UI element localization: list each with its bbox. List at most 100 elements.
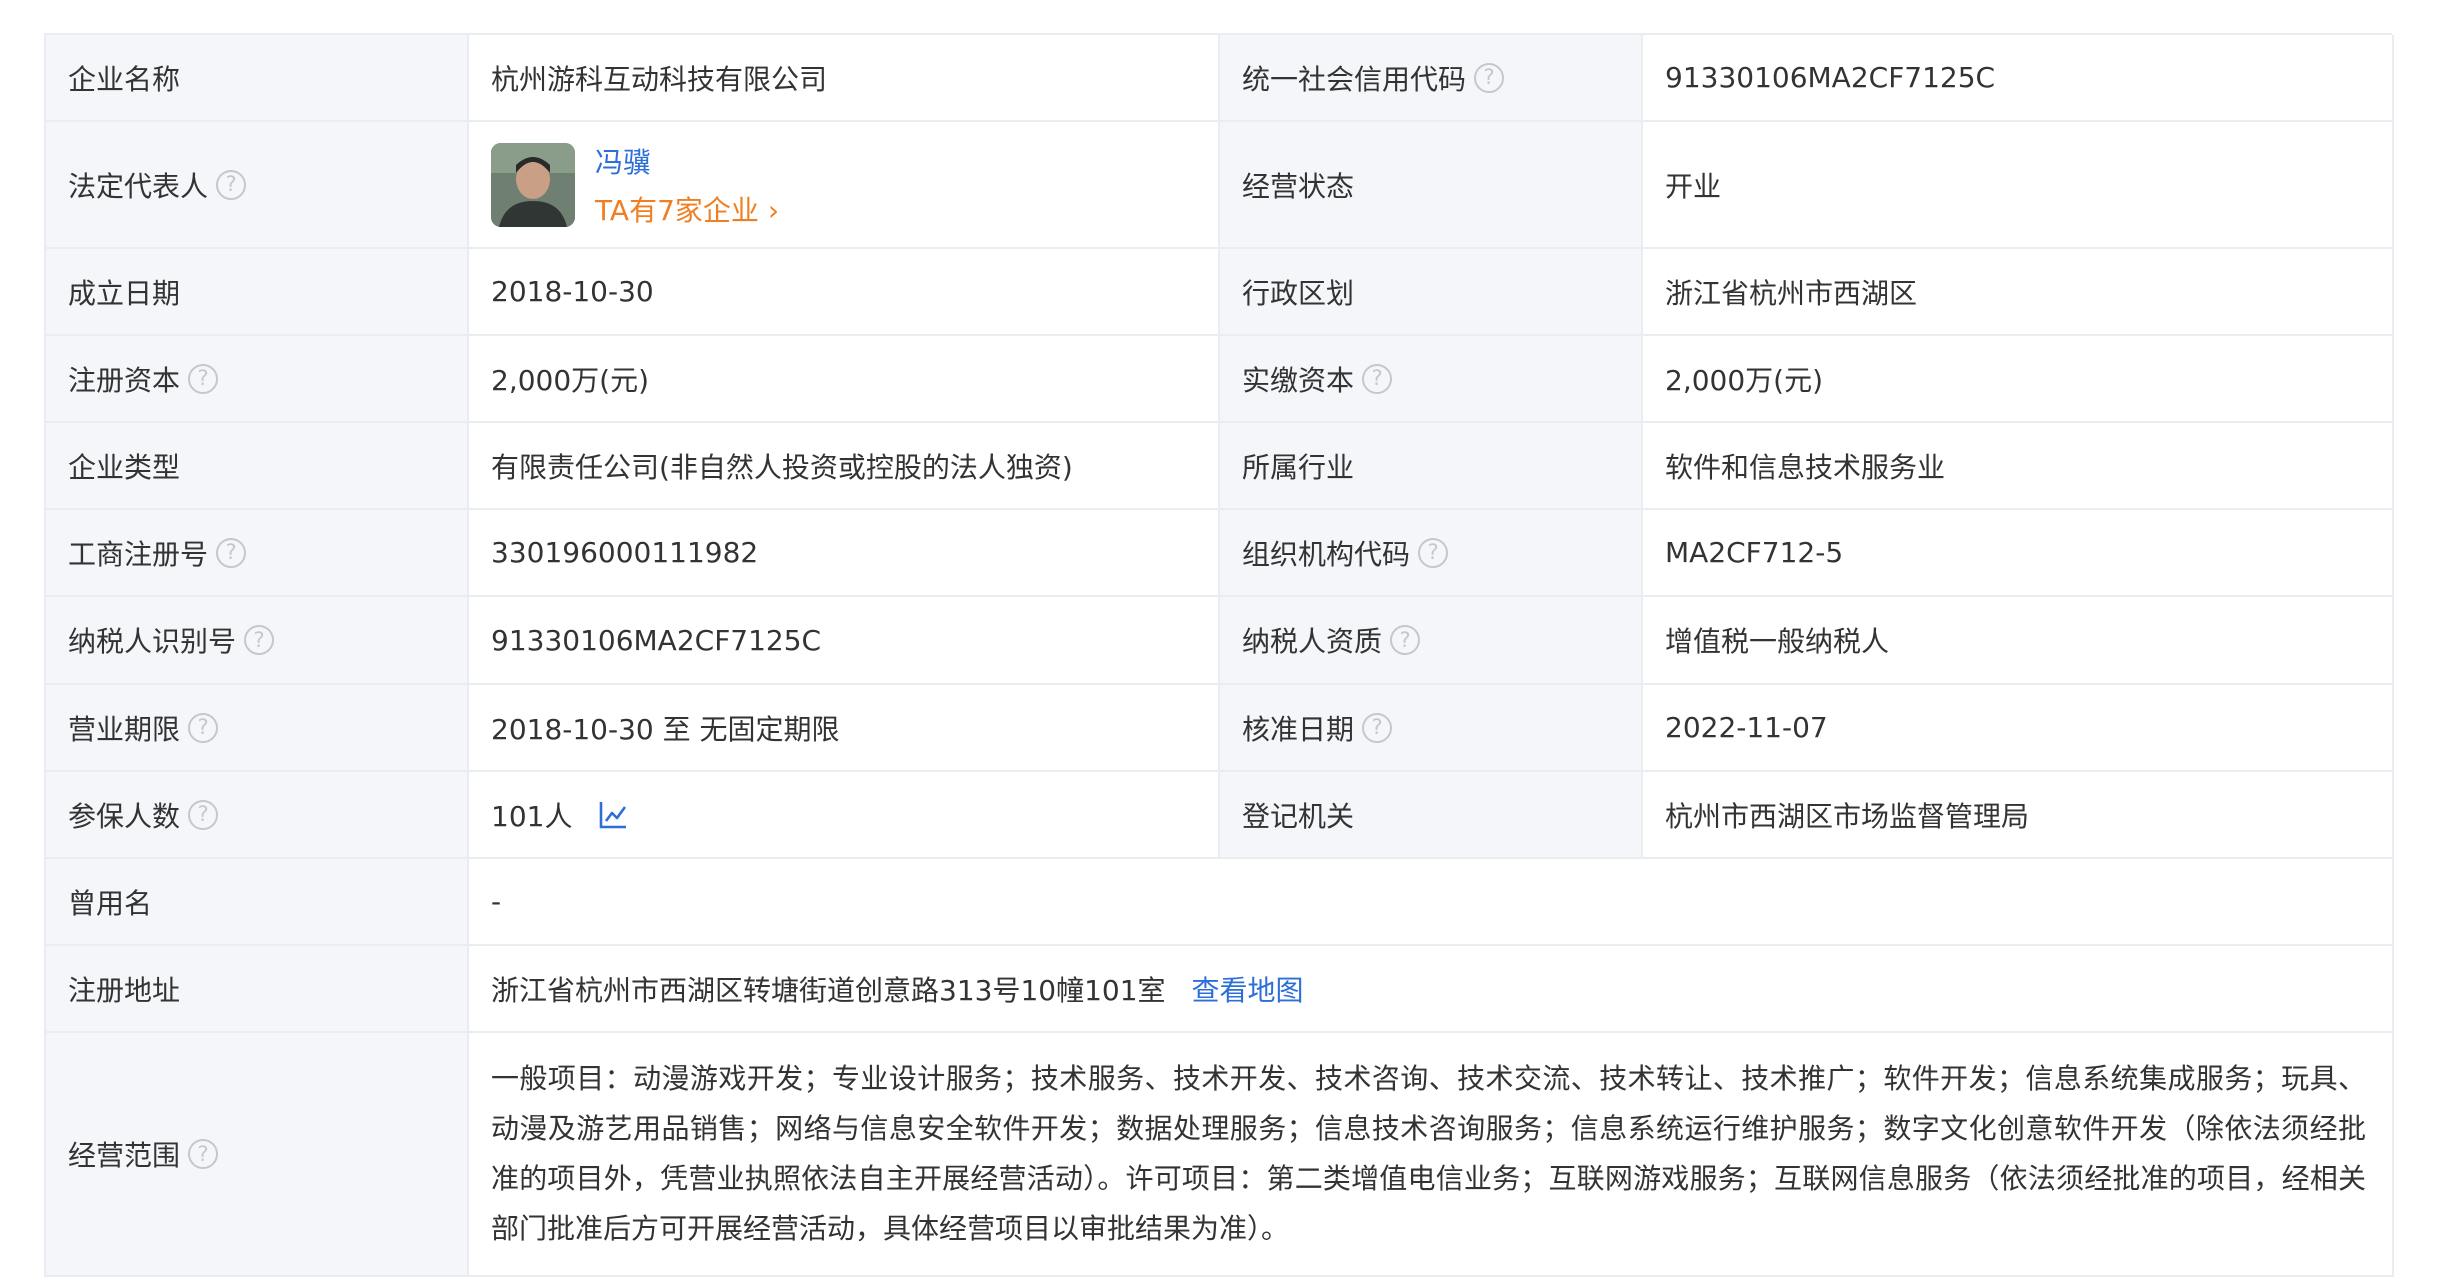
label-text: 经营范围 (68, 1139, 181, 1172)
label-paid-capital: 实缴资本? (1220, 336, 1643, 423)
value-text: 91330106MA2CF7125C (491, 623, 822, 657)
label-reg-authority: 登记机关 (1220, 772, 1643, 859)
label-status: 经营状态 (1220, 122, 1643, 249)
value-text: 开业 (1665, 169, 1722, 203)
label-text: 经营状态 (1242, 169, 1355, 203)
value-biz-reg-no: 330196000111982 (469, 510, 1220, 597)
label-insured: 参保人数? (46, 772, 469, 859)
label-text: 纳税人识别号 (68, 625, 237, 658)
value-text: 2018-10-30 至 无固定期限 (491, 712, 840, 746)
value-text: 浙江省杭州市西湖区转塘街道创意路313号10幢101室 (491, 973, 1166, 1007)
value-reg-address: 浙江省杭州市西湖区转塘街道创意路313号10幢101室 查看地图 (469, 946, 2394, 1033)
label-text: 成立日期 (68, 276, 181, 310)
help-icon[interactable]: ? (1418, 537, 1449, 568)
value-legal-rep: 冯骥 TA有7家企业 › (469, 122, 1220, 249)
label-approval-date: 核准日期? (1220, 685, 1643, 772)
label-region: 行政区划 (1220, 249, 1643, 336)
label-text: 工商注册号 (68, 537, 209, 571)
value-text: 2,000万(元) (491, 363, 650, 397)
label-text: 统一社会信用代码 (1242, 62, 1467, 96)
label-text: 行政区划 (1242, 276, 1355, 310)
help-icon[interactable]: ? (188, 712, 219, 743)
label-text: 参保人数 (68, 799, 181, 833)
value-insured: 101人 (469, 772, 1220, 859)
value-text: 有限责任公司(非自然人投资或控股的法人独资) (491, 450, 1073, 484)
avatar[interactable] (491, 142, 575, 227)
trend-chart-icon[interactable] (598, 800, 628, 830)
label-taxpayer-qual: 纳税人资质? (1220, 597, 1643, 685)
label-text: 组织机构代码 (1242, 537, 1411, 571)
value-founded: 2018-10-30 (469, 249, 1220, 336)
label-text: 纳税人资质 (1242, 625, 1383, 658)
label-biz-term: 营业期限? (46, 685, 469, 772)
value-company-type: 有限责任公司(非自然人投资或控股的法人独资) (469, 423, 1220, 510)
value-biz-term: 2018-10-30 至 无固定期限 (469, 685, 1220, 772)
value-text: - (491, 885, 502, 918)
value-text: 增值税一般纳税人 (1665, 625, 1890, 658)
label-reg-capital: 注册资本? (46, 336, 469, 423)
value-credit-code: 91330106MA2CF7125C (1643, 35, 2394, 122)
label-biz-reg-no: 工商注册号? (46, 510, 469, 597)
label-org-code: 组织机构代码? (1220, 510, 1643, 597)
value-text: 2,000万(元) (1665, 363, 1824, 397)
value-industry: 软件和信息技术服务业 (1643, 423, 2394, 510)
help-icon[interactable]: ? (1362, 363, 1393, 394)
value-text: 杭州市西湖区市场监督管理局 (1665, 799, 2030, 833)
value-text: 软件和信息技术服务业 (1665, 450, 1946, 484)
label-text: 登记机关 (1242, 799, 1355, 833)
help-icon[interactable]: ? (188, 799, 219, 830)
value-former-name: - (469, 859, 2394, 946)
label-credit-code: 统一社会信用代码? (1220, 35, 1643, 122)
label-reg-address: 注册地址 (46, 946, 469, 1033)
value-status: 开业 (1643, 122, 2394, 249)
value-reg-capital: 2,000万(元) (469, 336, 1220, 423)
label-company-name: 企业名称 (46, 35, 469, 122)
avatar-photo-icon (491, 142, 575, 227)
label-text: 曾用名 (68, 886, 153, 920)
label-text: 企业类型 (68, 450, 181, 484)
chevron-right-icon: › (767, 193, 780, 227)
value-region: 浙江省杭州市西湖区 (1643, 249, 2394, 336)
value-biz-scope: 一般项目：动漫游戏开发；专业设计服务；技术服务、技术开发、技术咨询、技术交流、技… (469, 1033, 2394, 1277)
related-companies-text: TA有7家企业 (595, 193, 759, 227)
related-companies-link[interactable]: TA有7家企业 › (595, 189, 779, 229)
help-icon[interactable]: ? (216, 537, 247, 568)
label-text: 注册资本 (68, 363, 181, 397)
help-icon[interactable]: ? (244, 625, 275, 655)
value-approval-date: 2022-11-07 (1643, 685, 2394, 772)
value-text: 330196000111982 (491, 536, 759, 569)
label-text: 所属行业 (1242, 450, 1355, 484)
help-icon[interactable]: ? (216, 169, 247, 200)
label-text: 实缴资本 (1242, 363, 1355, 397)
value-text: 浙江省杭州市西湖区 (1665, 276, 1918, 310)
value-paid-capital: 2,000万(元) (1643, 336, 2394, 423)
label-text: 企业名称 (68, 62, 181, 96)
value-org-code: MA2CF712-5 (1643, 510, 2394, 597)
value-text: 杭州游科互动科技有限公司 (491, 62, 828, 96)
help-icon[interactable]: ? (188, 363, 219, 394)
value-company-name: 杭州游科互动科技有限公司 (469, 35, 1220, 122)
label-text: 注册地址 (68, 973, 181, 1007)
help-icon[interactable]: ? (1474, 62, 1505, 93)
value-taxpayer-qual: 增值税一般纳税人 (1643, 597, 2394, 685)
label-text: 核准日期 (1242, 712, 1355, 746)
value-text: MA2CF712-5 (1665, 536, 1844, 569)
legal-rep-name-link[interactable]: 冯骥 (595, 141, 779, 181)
value-text: 2018-10-30 (491, 275, 654, 308)
label-biz-scope: 经营范围? (46, 1033, 469, 1277)
label-text: 法定代表人 (68, 169, 209, 203)
label-taxpayer-id: 纳税人识别号? (46, 597, 469, 685)
help-icon[interactable]: ? (188, 1139, 219, 1169)
label-founded: 成立日期 (46, 249, 469, 336)
view-map-link[interactable]: 查看地图 (1192, 969, 1304, 1009)
value-text: 101人 (491, 799, 573, 833)
label-company-type: 企业类型 (46, 423, 469, 510)
help-icon[interactable]: ? (1362, 712, 1393, 743)
value-reg-authority: 杭州市西湖区市场监督管理局 (1643, 772, 2394, 859)
value-text: 2022-11-07 (1665, 711, 1828, 744)
label-legal-rep: 法定代表人? (46, 122, 469, 249)
value-text: 91330106MA2CF7125C (1665, 61, 1996, 94)
label-text: 营业期限 (68, 712, 181, 746)
biz-scope-text: 一般项目：动漫游戏开发；专业设计服务；技术服务、技术开发、技术咨询、技术交流、技… (491, 1062, 2366, 1245)
help-icon[interactable]: ? (1390, 625, 1421, 655)
